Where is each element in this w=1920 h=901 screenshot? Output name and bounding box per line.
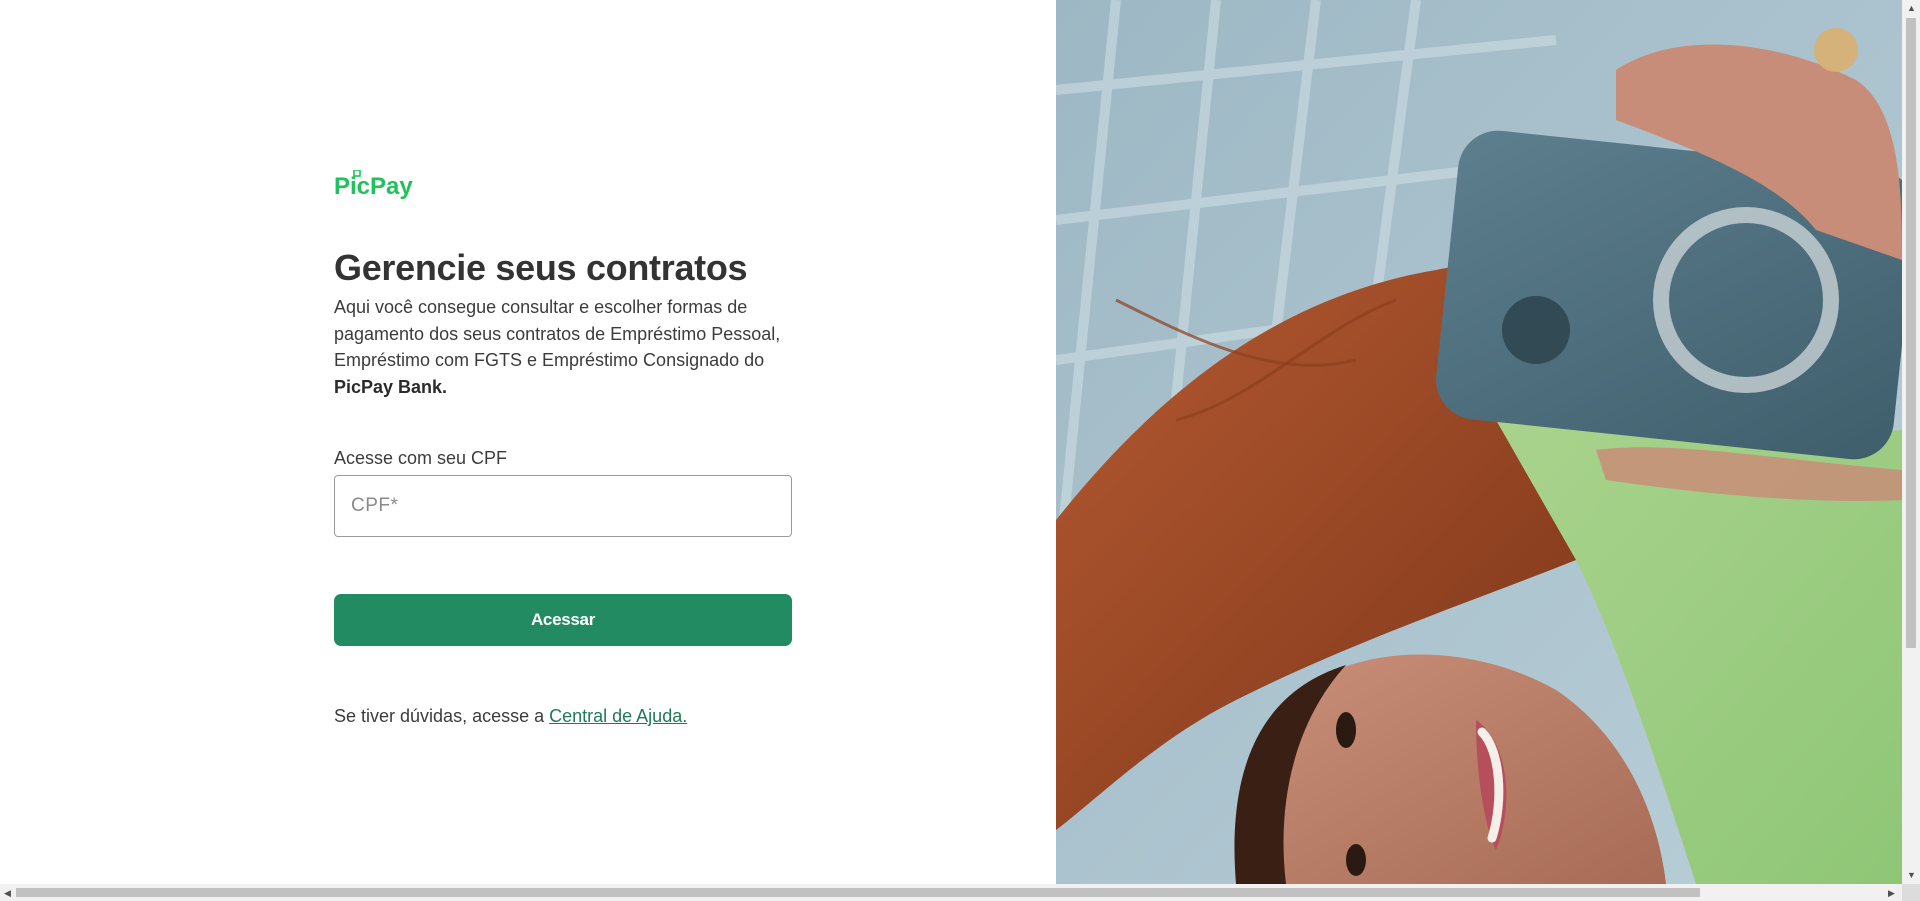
- login-panel: PicPay Gerencie seus contratos Aqui você…: [0, 0, 1056, 884]
- scroll-up-icon[interactable]: ▲: [1907, 3, 1916, 13]
- cpf-input[interactable]: [334, 475, 792, 537]
- vertical-scroll-thumb[interactable]: [1906, 18, 1916, 648]
- page-viewport: PicPay Gerencie seus contratos Aqui você…: [0, 0, 1902, 884]
- vertical-scrollbar[interactable]: ▲ ▼: [1902, 0, 1920, 884]
- scroll-left-icon[interactable]: ◀: [4, 888, 11, 898]
- scrollbar-corner: [1902, 884, 1920, 901]
- description-bold: PicPay Bank.: [334, 376, 448, 397]
- help-text: Se tiver dúvidas, acesse a: [334, 706, 550, 726]
- page-title: Gerencie seus contratos: [334, 247, 748, 288]
- acessar-button[interactable]: Acessar: [334, 594, 792, 646]
- help-center-link[interactable]: Central de Ajuda.: [549, 706, 687, 726]
- horizontal-scrollbar[interactable]: ◀ ▶: [0, 884, 1902, 901]
- help-line: Se tiver dúvidas, acesse a Central de Aj…: [334, 706, 794, 727]
- description-text: Aqui você consegue consultar e escolher …: [334, 297, 781, 370]
- hero-photo-illustration: [1056, 0, 1902, 884]
- picpay-logo: PicPay: [334, 170, 413, 200]
- logo-text: PicPay: [334, 173, 413, 200]
- cpf-field-label: Acesse com seu CPF: [334, 448, 508, 468]
- scroll-down-icon[interactable]: ▼: [1907, 870, 1916, 880]
- scroll-right-icon[interactable]: ▶: [1888, 888, 1895, 898]
- login-content: PicPay Gerencie seus contratos Aqui você…: [334, 170, 794, 727]
- page-description: Aqui você consegue consultar e escolher …: [334, 294, 784, 400]
- hero-photo: [1056, 0, 1902, 884]
- horizontal-scroll-thumb[interactable]: [16, 888, 1700, 897]
